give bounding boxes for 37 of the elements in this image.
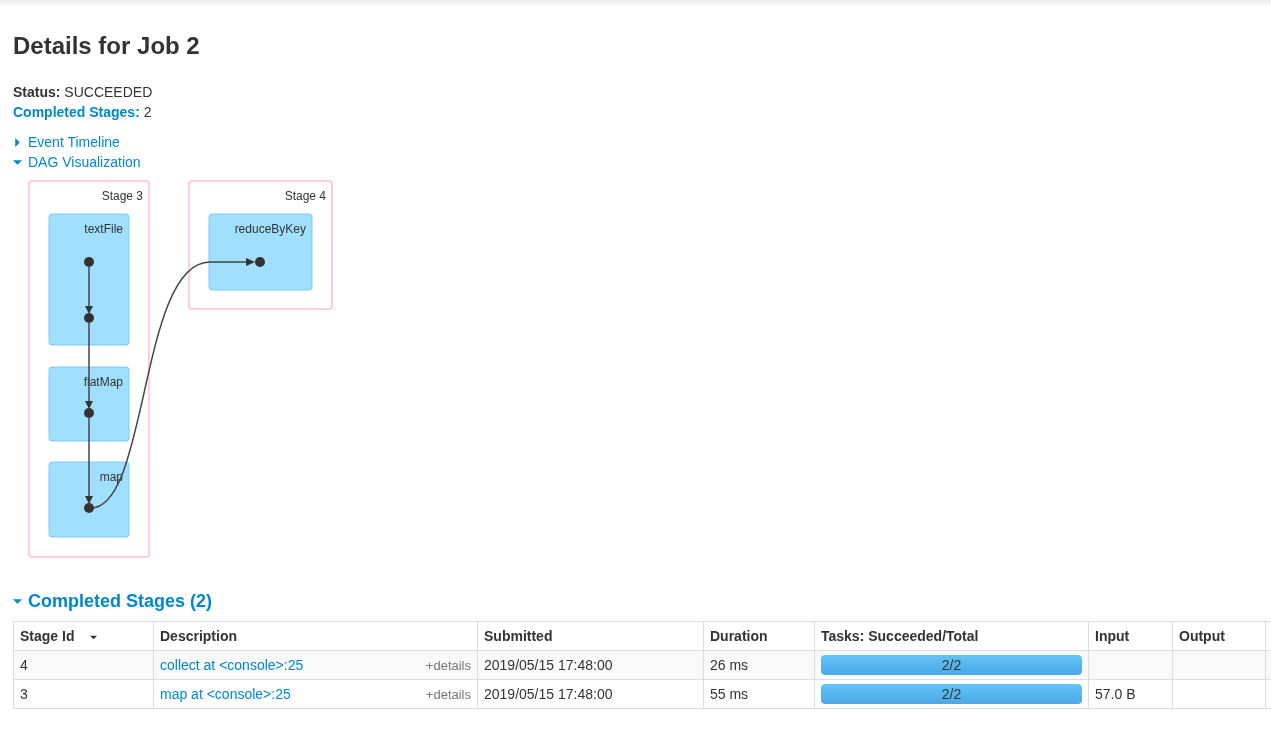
summary-label[interactable]: Completed Stages: [13,104,140,120]
table-cell: 3 [20,686,28,702]
table-cell: 55 ms [710,686,749,702]
progress-label: 2/2 [940,656,963,675]
column-header[interactable]: Duration [703,621,815,651]
table-cell: 2019/05/15 17:48:00 [484,657,613,673]
rdd-dot [84,503,94,513]
summary-value: SUCCEEDED [64,84,153,100]
section-heading[interactable]: Completed Stages (2) [13,591,213,612]
rdd-dot [255,257,265,267]
table-cell: 57.0 B [1095,686,1136,702]
rdd-node: textFile [48,213,130,346]
stage-link[interactable]: map at <console>:25 [160,686,291,702]
details-link[interactable]: +details [425,686,471,702]
expand-toggle[interactable]: DAG Visualization [13,152,141,172]
rdd-dot [84,257,94,267]
summary-label: Status: [13,84,61,100]
column-header[interactable]: Input [1088,621,1173,651]
page-title: Details for Job 2 [13,32,201,60]
sort-icon [90,634,98,641]
column-header[interactable]: Tasks: Succeeded/Total [814,621,1089,651]
progress-label: 2/2 [940,685,963,704]
table-cell: 2019/05/15 17:48:00 [484,686,613,702]
details-link[interactable]: +details [425,657,471,673]
table-cell: 4 [20,657,28,673]
column-header[interactable]: Description [153,621,478,651]
rdd-node: reduceByKey [208,213,313,291]
expand-toggle[interactable]: Event Timeline [13,132,120,152]
rdd-dot [84,408,94,418]
caret-icon [13,597,22,606]
table-cell: 26 ms [710,657,749,673]
column-header[interactable]: Submitted [477,621,704,651]
stage-link[interactable]: collect at <console>:25 [160,657,304,673]
column-header[interactable]: Stage Id [13,621,154,651]
summary-value: 2 [143,104,152,120]
rdd-dot [84,313,94,323]
column-header[interactable]: Output [1172,621,1266,651]
